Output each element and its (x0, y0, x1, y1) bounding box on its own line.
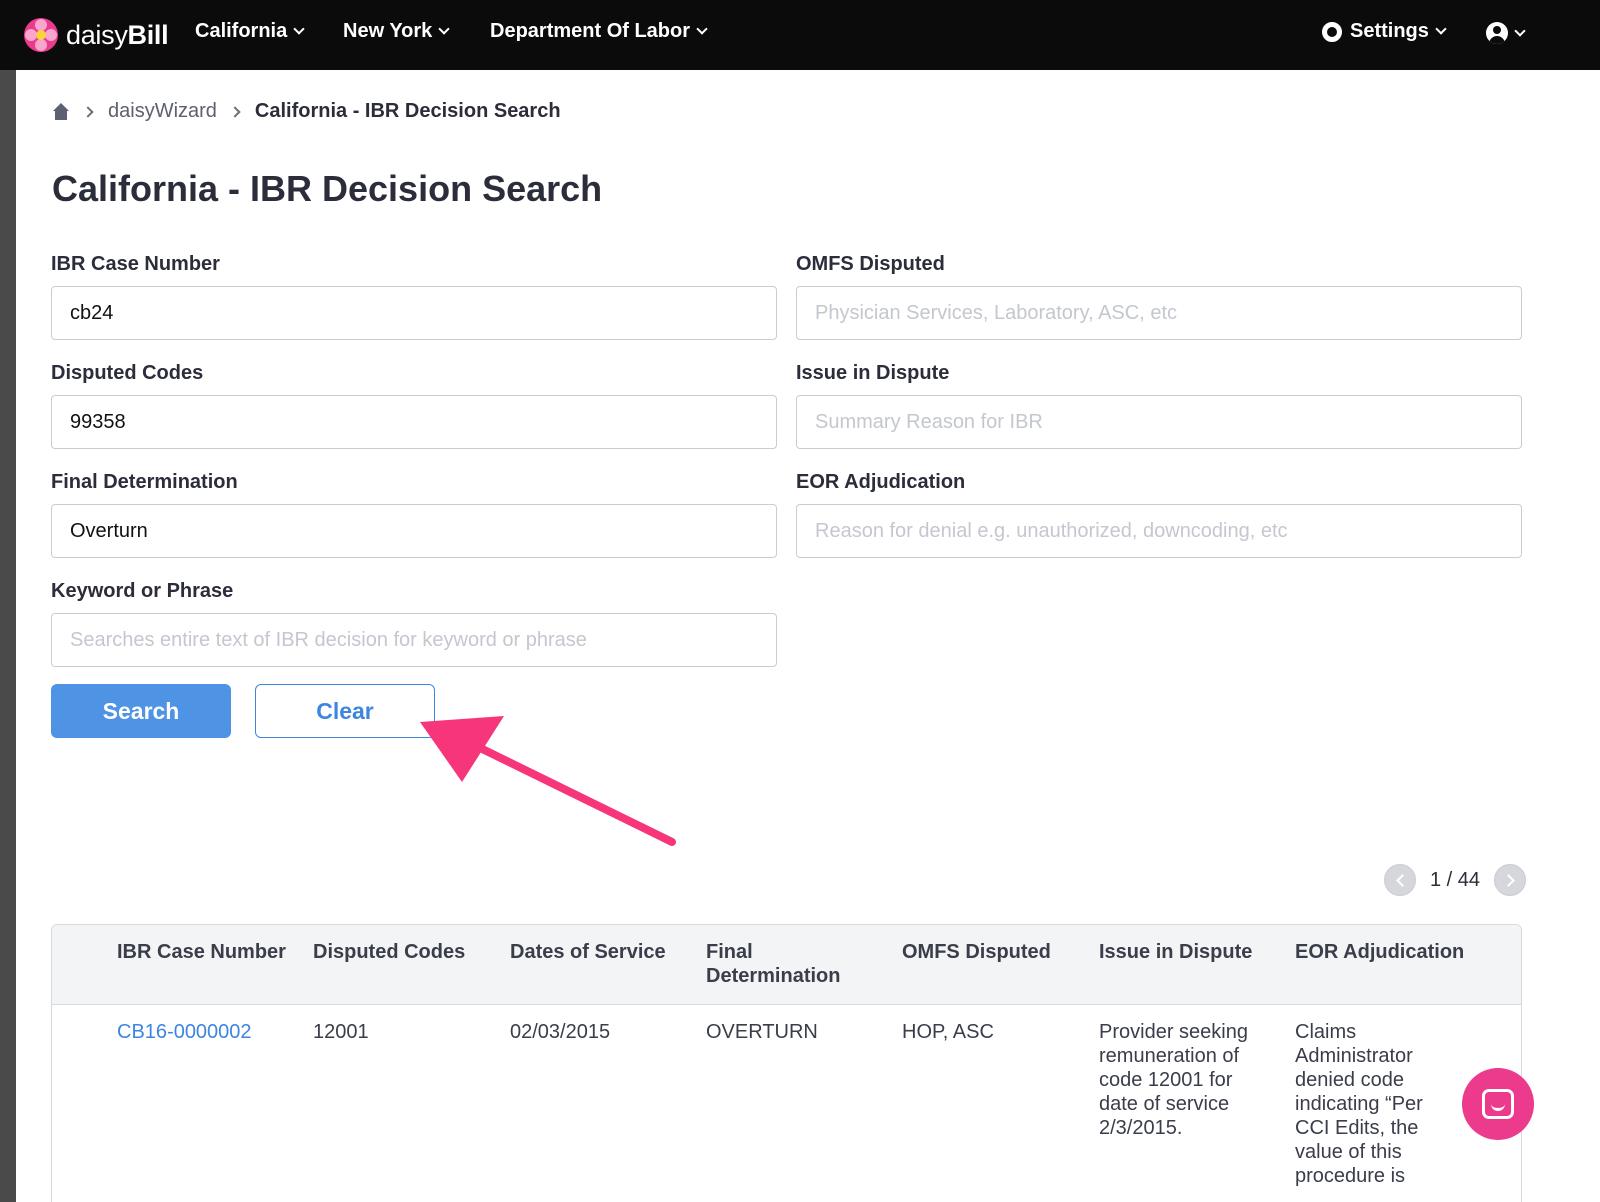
chevron-down-icon (696, 23, 708, 35)
chevron-right-icon (1502, 874, 1515, 887)
breadcrumb-daisywizard[interactable]: daisyWizard (108, 100, 217, 123)
eor-adjudication-label: EOR Adjudication (796, 471, 966, 493)
settings-menu[interactable]: Settings (1322, 20, 1447, 43)
chevron-right-icon (82, 105, 94, 118)
final-determination-label: Final Determination (51, 471, 238, 493)
cell-dates-of-service: 02/03/2015 (510, 1021, 611, 1043)
home-icon[interactable] (52, 102, 70, 121)
results-table: IBR Case Number Disputed Codes Dates of … (51, 924, 1522, 1202)
disputed-codes-input[interactable] (51, 395, 777, 449)
chat-icon (1482, 1089, 1514, 1119)
main-content: daisyWizard California - IBR Decision Se… (16, 70, 1600, 1202)
eor-adjudication-input[interactable] (796, 504, 1522, 558)
column-header-issue-in-dispute[interactable]: Issue in Dispute (1099, 940, 1269, 964)
chevron-right-icon (229, 105, 241, 118)
column-header-eor-adjudication[interactable]: EOR Adjudication (1295, 940, 1465, 964)
omfs-disputed-label: OMFS Disputed (796, 253, 945, 275)
gear-icon (1322, 21, 1342, 42)
issue-in-dispute-input[interactable] (796, 395, 1522, 449)
user-avatar-icon (1486, 22, 1508, 44)
brand-name: daisyBill (66, 19, 169, 50)
cell-disputed-codes: 12001 (313, 1021, 369, 1043)
daisy-logo-icon (24, 18, 58, 52)
table-header: IBR Case Number Disputed Codes Dates of … (52, 925, 1521, 1005)
cell-issue-in-dispute: Provider seeking remuneration of code 12… (1099, 1021, 1248, 1139)
chat-support-button[interactable] (1462, 1068, 1534, 1140)
search-button[interactable]: Search (51, 684, 231, 738)
chevron-left-icon (1396, 874, 1409, 887)
page-title: California - IBR Decision Search (52, 168, 603, 209)
final-determination-input[interactable] (51, 504, 777, 558)
table-row: CB16-0000002 12001 02/03/2015 OVERTURN H… (52, 1005, 1521, 1202)
column-header-ibr-case-number[interactable]: IBR Case Number (117, 940, 287, 964)
page-indicator: 1 / 44 (1430, 868, 1481, 891)
annotation-arrow-icon (420, 716, 676, 846)
user-account-menu[interactable] (1486, 22, 1526, 44)
column-header-dates-of-service[interactable]: Dates of Service (510, 940, 680, 964)
nav-california-menu[interactable]: California (195, 20, 305, 43)
cell-eor-adjudication: Claims Administrator denied code indicat… (1295, 1021, 1423, 1187)
keyword-input[interactable] (51, 613, 777, 667)
next-page-button[interactable] (1494, 864, 1527, 896)
pagination: 1 / 44 (1384, 864, 1527, 896)
ibr-case-number-input[interactable] (51, 286, 777, 340)
disputed-codes-label: Disputed Codes (51, 362, 204, 384)
brand-logo[interactable]: daisyBill (24, 18, 169, 52)
top-navbar: daisyBill California New York Department… (0, 0, 1600, 70)
chevron-down-icon (293, 23, 305, 35)
omfs-disputed-input[interactable] (796, 286, 1522, 340)
nav-department-of-labor-menu[interactable]: Department Of Labor (490, 20, 708, 43)
chevron-down-icon (1514, 24, 1526, 37)
ibr-case-number-label: IBR Case Number (51, 253, 220, 275)
chevron-down-icon (1435, 23, 1447, 35)
issue-in-dispute-label: Issue in Dispute (796, 362, 950, 384)
column-header-omfs-disputed[interactable]: OMFS Disputed (902, 940, 1072, 964)
case-number-link[interactable]: CB16-0000002 (117, 1020, 287, 1044)
keyword-label: Keyword or Phrase (51, 580, 234, 602)
nav-new-york-menu[interactable]: New York (343, 20, 450, 43)
breadcrumb: daisyWizard California - IBR Decision Se… (52, 100, 561, 123)
cell-omfs-disputed: HOP, ASC (902, 1021, 994, 1043)
cell-final-determination: OVERTURN (706, 1021, 818, 1043)
chevron-down-icon (438, 23, 450, 35)
breadcrumb-current: California - IBR Decision Search (254, 100, 561, 122)
column-header-disputed-codes[interactable]: Disputed Codes (313, 940, 483, 964)
clear-button[interactable]: Clear (255, 684, 435, 738)
previous-page-button[interactable] (1384, 864, 1416, 896)
column-header-final-determination[interactable]: Final Determination (706, 940, 876, 988)
